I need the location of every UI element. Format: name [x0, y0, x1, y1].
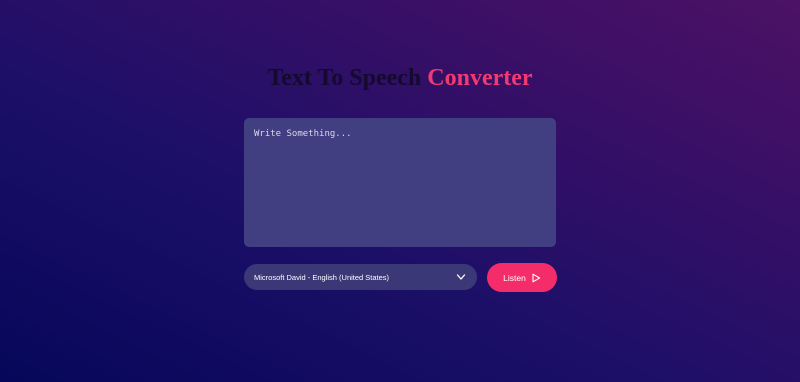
voice-select-value: Microsoft David - English (United States…: [254, 272, 390, 282]
chevron-down-icon: [455, 271, 467, 283]
text-input[interactable]: [244, 118, 556, 247]
title-main: Text To Speech: [267, 65, 428, 91]
title-accent: Converter: [427, 65, 533, 91]
listen-button-label: Listen: [503, 272, 526, 283]
listen-button[interactable]: Listen: [487, 263, 557, 292]
voice-select[interactable]: Microsoft David - English (United States…: [244, 264, 477, 290]
play-icon: [531, 273, 541, 283]
page-title: Text To Speech Converter: [0, 62, 800, 94]
